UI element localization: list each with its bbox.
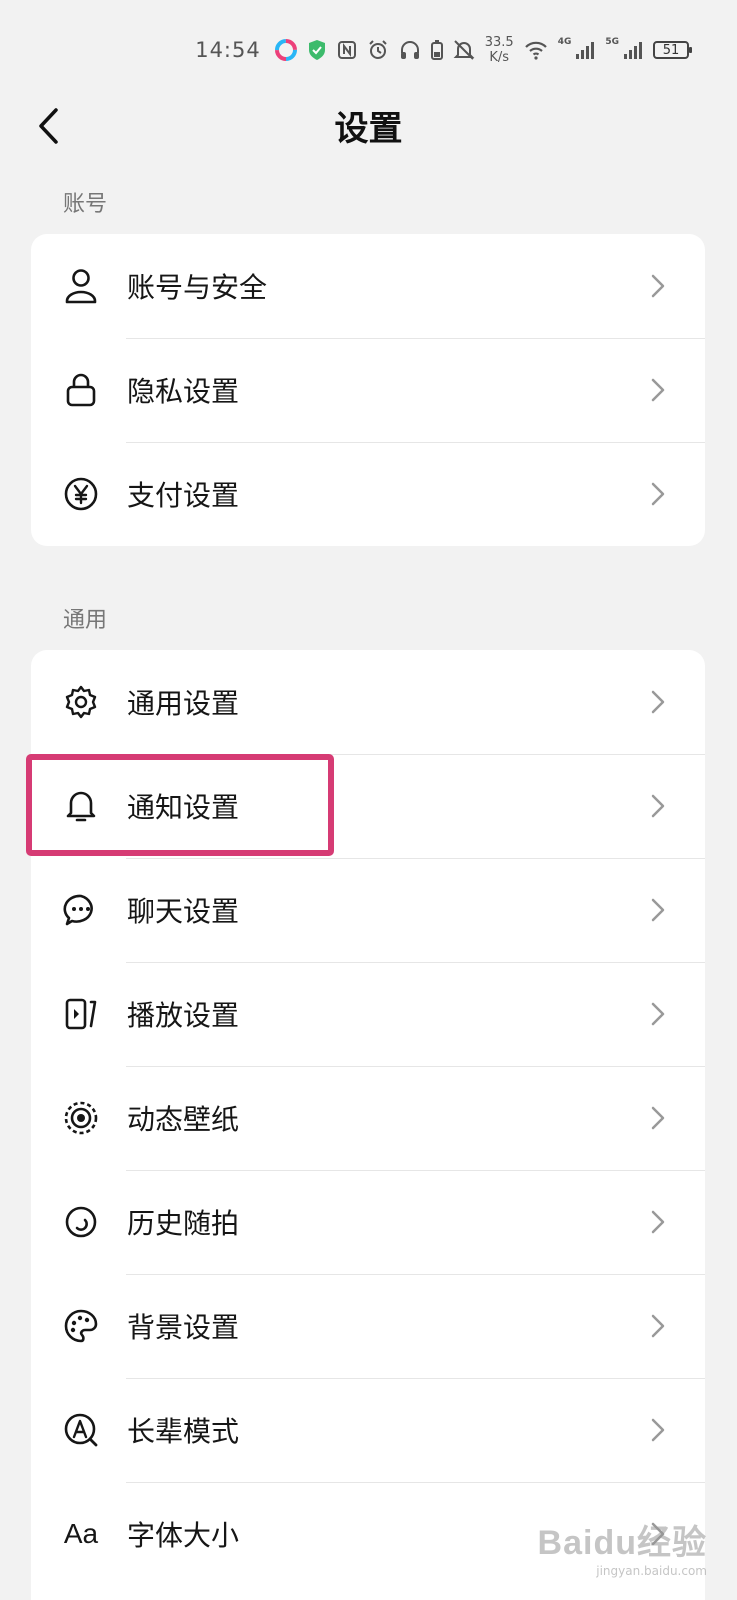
row-label: 支付设置	[127, 479, 240, 512]
chevron-right-icon	[649, 377, 667, 403]
network-4g-label: 4G	[557, 37, 572, 47]
chevron-right-icon	[649, 897, 667, 923]
row-history[interactable]: 历史随拍	[31, 1170, 705, 1274]
gear-icon	[63, 684, 99, 720]
yen-icon	[63, 476, 99, 512]
speed-unit: K/s	[489, 50, 510, 65]
app-icon	[274, 39, 297, 61]
row-label: 字体大小	[127, 1519, 240, 1552]
account-card: 账号与安全 隐私设置 支付设置	[31, 234, 705, 546]
font-size-icon: Aa	[63, 1516, 99, 1552]
chevron-right-icon	[649, 1209, 667, 1235]
row-label: 播放设置	[127, 999, 240, 1032]
row-privacy[interactable]: 隐私设置	[31, 338, 705, 442]
chevron-right-icon	[649, 1105, 667, 1131]
palette-icon	[63, 1308, 99, 1344]
status-bar: 14:54 33.5 K/s 4G 5G 51	[0, 0, 737, 100]
user-icon	[63, 268, 99, 304]
row-account-security[interactable]: 账号与安全	[31, 234, 705, 338]
alarm-icon	[367, 39, 389, 61]
row-label: 背景设置	[127, 1311, 240, 1344]
history-icon	[63, 1204, 99, 1240]
network-speed: 33.5 K/s	[485, 35, 514, 65]
back-button[interactable]	[28, 104, 68, 148]
watermark-url: jingyan.baidu.com	[596, 1564, 707, 1578]
play-icon	[63, 996, 99, 1032]
wifi-icon	[524, 40, 548, 60]
row-label: 通知设置	[127, 791, 240, 824]
row-notification-settings[interactable]: 通知设置	[31, 754, 705, 858]
row-chat-settings[interactable]: 聊天设置	[31, 858, 705, 962]
speed-value: 33.5	[484, 35, 514, 50]
row-live-wallpaper[interactable]: 动态壁纸	[31, 1066, 705, 1170]
signal-icon	[575, 40, 595, 60]
section-label-account: 账号	[63, 192, 108, 217]
row-payment[interactable]: 支付设置	[31, 442, 705, 546]
font-size-glyph: Aa	[63, 1518, 99, 1549]
chevron-right-icon	[649, 1313, 667, 1339]
chevron-right-icon	[649, 1001, 667, 1027]
status-time: 14:54	[195, 38, 261, 62]
battery-indicator: 51	[653, 41, 692, 59]
row-label: 长辈模式	[127, 1415, 240, 1448]
row-label: 动态壁纸	[127, 1103, 240, 1136]
nav-header: 设置	[0, 92, 737, 158]
watermark-logo: Baidu经验	[537, 1524, 707, 1562]
chevron-right-icon	[649, 481, 667, 507]
nfc-icon	[337, 40, 357, 60]
shield-icon	[307, 39, 327, 61]
signal-icon	[623, 40, 643, 60]
general-card: 通用设置 通知设置 聊天设置 播放设置 动态壁纸 历史随拍 背景设置 长辈模式 …	[31, 650, 705, 1600]
chevron-right-icon	[649, 1417, 667, 1443]
network-5g-label: 5G	[605, 37, 619, 47]
row-general-settings[interactable]: 通用设置	[31, 650, 705, 754]
elder-mode-icon	[63, 1412, 99, 1448]
row-background-settings[interactable]: 背景设置	[31, 1274, 705, 1378]
row-label: 通用设置	[127, 687, 240, 720]
chevron-right-icon	[649, 273, 667, 299]
watermark: Baidu经验 jingyan.baidu.com	[538, 1515, 707, 1578]
chat-icon	[63, 892, 99, 928]
battery-small-icon	[430, 39, 443, 61]
lock-icon	[63, 372, 99, 408]
chevron-left-icon	[39, 108, 58, 144]
row-label: 账号与安全	[127, 271, 268, 304]
row-label: 聊天设置	[127, 895, 240, 928]
page-title: 设置	[334, 108, 403, 149]
headphones-icon	[399, 39, 421, 61]
row-label: 隐私设置	[127, 375, 240, 408]
row-playback-settings[interactable]: 播放设置	[31, 962, 705, 1066]
chevron-right-icon	[649, 689, 667, 715]
chevron-right-icon	[649, 793, 667, 819]
row-elder-mode[interactable]: 长辈模式	[31, 1378, 705, 1482]
wallpaper-icon	[63, 1100, 99, 1136]
row-label: 历史随拍	[127, 1207, 240, 1240]
bell-icon	[63, 788, 99, 824]
section-label-general: 通用	[63, 608, 108, 633]
mute-icon	[453, 39, 475, 61]
